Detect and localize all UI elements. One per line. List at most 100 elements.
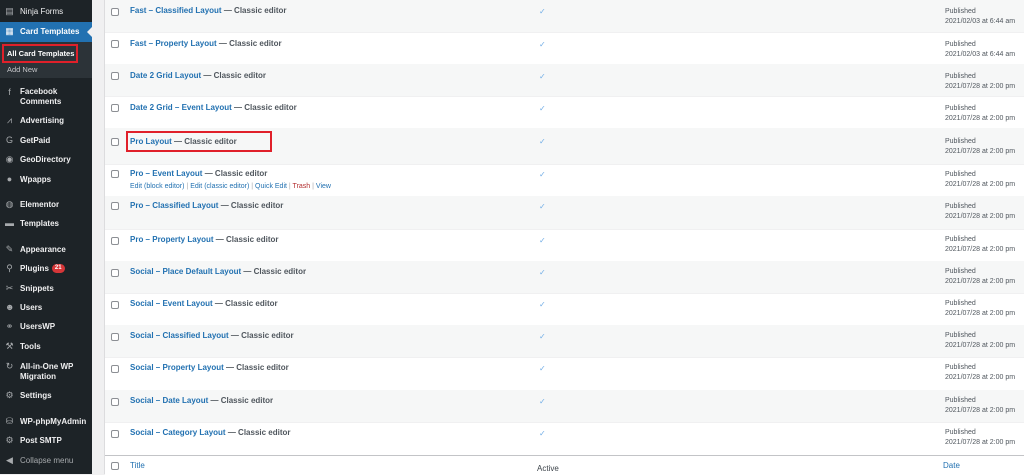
edit-block-link[interactable]: Edit (block editor) <box>130 183 184 190</box>
menu-label: Card Templates <box>20 27 80 36</box>
row-checkbox[interactable] <box>111 8 119 16</box>
row-checkbox[interactable] <box>111 398 119 406</box>
menu-label: UsersWP <box>20 322 56 331</box>
row-status: Published <box>945 397 976 404</box>
row-checkbox[interactable] <box>111 430 119 438</box>
row-title: Social – Place Default Layout — Classic … <box>130 267 306 277</box>
row-title-link[interactable]: Pro – Event Layout <box>130 169 202 178</box>
highlight-box <box>2 44 78 63</box>
active-check-icon: ✓ <box>539 429 546 438</box>
row-title: Pro – Property Layout — Classic editor <box>130 235 279 245</box>
row-date: 2021/02/03 at 6:44 am <box>945 51 1016 58</box>
quick-edit-link[interactable]: Quick Edit <box>255 183 287 190</box>
menu-label: Elementor <box>20 200 60 209</box>
row-title-link[interactable]: Social – Classified Layout <box>130 331 229 340</box>
menu-label: WP-phpMyAdmin <box>20 417 87 426</box>
post-state: — Classic editor <box>225 428 291 437</box>
table-footer: Title Active Date <box>105 455 1024 475</box>
row-checkbox[interactable] <box>111 138 119 146</box>
gear-icon: ⚙ <box>5 435 14 445</box>
row-date: 2021/07/28 at 2:00 pm <box>945 83 1016 90</box>
menu-label: GetPaid <box>20 136 51 145</box>
row-date: 2021/07/28 at 2:00 pm <box>945 181 1016 188</box>
row-title: Fast – Property Layout — Classic editor <box>130 39 282 49</box>
row-checkbox[interactable] <box>111 170 119 178</box>
admin-sidebar: ▤ Ninja Forms ▦ Card Templates All Card … <box>0 0 92 474</box>
row-status: Published <box>945 73 976 80</box>
menu-label: Templates <box>20 219 59 228</box>
userswp-icon: ⚭ <box>5 321 14 331</box>
post-state: — Classic editor <box>213 235 279 244</box>
row-actions: Edit (block editor) | Edit (classic edit… <box>130 182 331 191</box>
post-state: — Classic editor <box>216 39 282 48</box>
row-checkbox[interactable] <box>111 365 119 373</box>
submenu-item-add-new[interactable]: Add New <box>7 65 37 75</box>
row-checkbox[interactable] <box>111 301 119 309</box>
post-state: — Classic editor <box>231 103 297 112</box>
menu-label: Plugins <box>20 264 49 273</box>
snippets-icon: ✂ <box>5 283 14 293</box>
menu-label: Appearance <box>20 245 66 254</box>
getpaid-icon: G <box>5 135 13 145</box>
row-status: Published <box>945 171 976 178</box>
active-check-icon: ✓ <box>539 300 546 309</box>
table-row: Pro Layout — Classic editor ✓ Published … <box>105 128 1024 165</box>
column-date-sort[interactable]: Date <box>943 461 960 470</box>
row-date: 2021/07/28 at 2:00 pm <box>945 374 1016 381</box>
card-icon: ▦ <box>5 26 14 36</box>
row-date: 2021/07/28 at 2:00 pm <box>945 310 1016 317</box>
row-title-link[interactable]: Date 2 Grid – Event Layout <box>130 103 232 112</box>
select-all-checkbox[interactable] <box>111 462 119 470</box>
row-status: Published <box>945 364 976 371</box>
row-date: 2021/07/28 at 2:00 pm <box>945 407 1016 414</box>
row-date: 2021/07/28 at 2:00 pm <box>945 278 1016 285</box>
menu-label: Post SMTP <box>20 436 62 445</box>
table-row: Social – Date Layout — Classic editor ✓ … <box>105 390 1024 423</box>
row-checkbox[interactable] <box>111 104 119 112</box>
row-title-link[interactable]: Fast – Property Layout <box>130 39 217 48</box>
table-row: Social – Event Layout — Classic editor ✓… <box>105 293 1024 326</box>
row-title-link[interactable]: Pro – Property Layout <box>130 235 214 244</box>
chart-icon: ⩘ <box>6 115 13 125</box>
settings-icon: ⚙ <box>5 390 14 400</box>
row-status: Published <box>945 300 976 307</box>
menu-label: Tools <box>20 342 41 351</box>
row-checkbox[interactable] <box>111 72 119 80</box>
row-checkbox[interactable] <box>111 269 119 277</box>
view-link[interactable]: View <box>316 183 331 190</box>
edit-classic-link[interactable]: Edit (classic editor) <box>190 183 249 190</box>
row-checkbox[interactable] <box>111 237 119 245</box>
wrench-icon: ⚒ <box>5 341 14 351</box>
row-title-link[interactable]: Social – Event Layout <box>130 299 213 308</box>
menu-item-card-templates[interactable]: ▦ Card Templates <box>0 22 92 42</box>
table-row: Pro – Classified Layout — Classic editor… <box>105 196 1024 230</box>
row-title-link[interactable]: Pro – Classified Layout <box>130 201 218 210</box>
brush-icon: ✎ <box>5 244 14 254</box>
database-icon: ⛁ <box>5 416 14 426</box>
row-status: Published <box>945 236 976 243</box>
row-date: 2021/07/28 at 2:00 pm <box>945 246 1016 253</box>
row-title-link[interactable]: Social – Date Layout <box>130 396 208 405</box>
row-title-link[interactable]: Social – Place Default Layout <box>130 267 241 276</box>
column-title-sort[interactable]: Title <box>130 461 145 470</box>
row-checkbox[interactable] <box>111 40 119 48</box>
row-checkbox[interactable] <box>111 202 119 210</box>
folder-icon: ▬ <box>5 218 14 228</box>
active-check-icon: ✓ <box>539 332 546 341</box>
row-date: 2021/07/28 at 2:00 pm <box>945 115 1016 122</box>
trash-link[interactable]: Trash <box>293 183 311 190</box>
row-checkbox[interactable] <box>111 333 119 341</box>
main-content: Fast – Classified Layout — Classic edito… <box>92 0 1024 475</box>
row-title: Social – Event Layout — Classic editor <box>130 299 278 309</box>
row-title-link[interactable]: Social – Property Layout <box>130 363 224 372</box>
row-title-link[interactable]: Date 2 Grid Layout <box>130 71 201 80</box>
active-check-icon: ✓ <box>539 40 546 49</box>
row-status: Published <box>945 429 976 436</box>
elementor-icon: ◍ <box>5 199 14 209</box>
row-date: 2021/07/28 at 2:00 pm <box>945 439 1016 446</box>
row-title-link[interactable]: Fast – Classified Layout <box>130 6 222 15</box>
table-row: Date 2 Grid – Event Layout — Classic edi… <box>105 96 1024 129</box>
post-state: — Classic editor <box>208 396 274 405</box>
row-status: Published <box>945 105 976 112</box>
row-title-link[interactable]: Social – Category Layout <box>130 428 226 437</box>
